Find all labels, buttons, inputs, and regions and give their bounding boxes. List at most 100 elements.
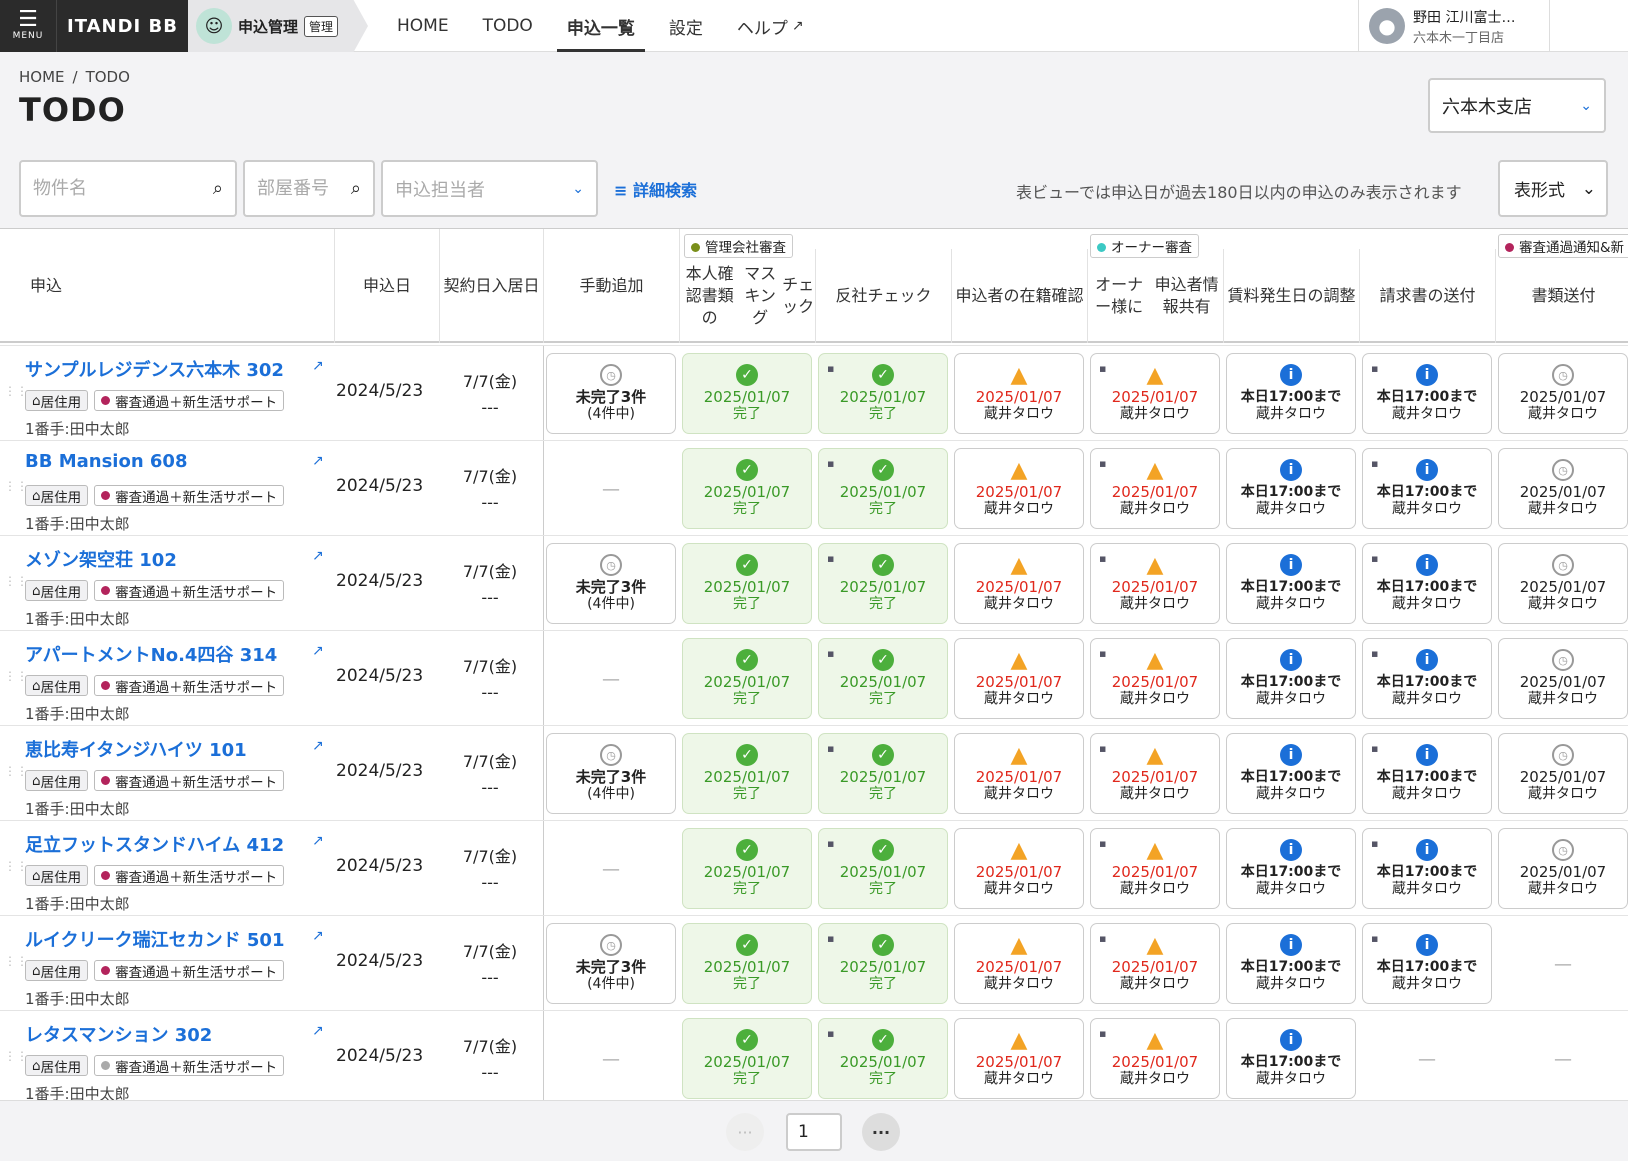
nav-settings[interactable]: 設定 bbox=[652, 0, 720, 52]
status-card-ok[interactable]: ✓ 2025/01/07 完了 bbox=[682, 923, 812, 1004]
status-card-warn[interactable]: ▲ 2025/01/07 蔵井タロウ bbox=[954, 448, 1084, 529]
breadcrumb-home[interactable]: HOME bbox=[19, 68, 65, 86]
status-card-ok[interactable]: ▪ ✓ 2025/01/07 完了 bbox=[818, 638, 948, 719]
status-card-warn[interactable]: ▪ ▲ 2025/01/07 蔵井タロウ bbox=[1090, 923, 1220, 1004]
status-card-info[interactable]: ▪ i 本日17:00まで 蔵井タロウ bbox=[1362, 448, 1492, 529]
status-card-gray[interactable]: ◷ 2025/01/07 蔵井タロウ bbox=[1498, 638, 1628, 719]
status-card-warn[interactable]: ▪ ▲ 2025/01/07 蔵井タロウ bbox=[1090, 733, 1220, 814]
status-card-ok[interactable]: ▪ ✓ 2025/01/07 完了 bbox=[818, 353, 948, 434]
status-card-ok[interactable]: ✓ 2025/01/07 完了 bbox=[682, 353, 812, 434]
status-card-info[interactable]: ▪ i 本日17:00まで 蔵井タロウ bbox=[1362, 923, 1492, 1004]
page-number-input[interactable]: 1 bbox=[786, 1113, 842, 1151]
property-search[interactable]: ⌕ bbox=[19, 160, 237, 217]
view-mode-select[interactable]: 表形式 ⌄ bbox=[1498, 160, 1608, 217]
external-link-icon[interactable]: ↗ bbox=[312, 833, 324, 849]
status-card-warn[interactable]: ▲ 2025/01/07 蔵井タロウ bbox=[954, 1018, 1084, 1099]
advanced-search-link[interactable]: ≡ 詳細検索 bbox=[614, 177, 697, 201]
menu-button[interactable]: ☰ MENU bbox=[0, 0, 56, 52]
status-card-ok[interactable]: ✓ 2025/01/07 完了 bbox=[682, 638, 812, 719]
status-card-gray[interactable]: ◷ 2025/01/07 蔵井タロウ bbox=[1498, 353, 1628, 434]
status-card-info[interactable]: ▪ i 本日17:00まで 蔵井タロウ bbox=[1362, 543, 1492, 624]
nav-help[interactable]: ヘルプ ↗ bbox=[720, 0, 821, 52]
property-name-link[interactable]: レタスマンション 302 bbox=[25, 1021, 212, 1047]
status-card-info[interactable]: i 本日17:00まで 蔵井タロウ bbox=[1226, 448, 1356, 529]
status-card-ok[interactable]: ▪ ✓ 2025/01/07 完了 bbox=[818, 923, 948, 1004]
status-card-warn[interactable]: ▲ 2025/01/07 蔵井タロウ bbox=[954, 923, 1084, 1004]
property-name-link[interactable]: 足立フットスタンドハイム 412 bbox=[25, 831, 284, 857]
status-card-info[interactable]: i 本日17:00まで 蔵井タロウ bbox=[1226, 543, 1356, 624]
status-card-ok[interactable]: ▪ ✓ 2025/01/07 完了 bbox=[818, 733, 948, 814]
status-card-warn[interactable]: ▪ ▲ 2025/01/07 蔵井タロウ bbox=[1090, 543, 1220, 624]
property-name-link[interactable]: アパートメントNo.4四谷 314 bbox=[25, 641, 277, 667]
status-card-info[interactable]: i 本日17:00まで 蔵井タロウ bbox=[1226, 638, 1356, 719]
external-link-icon[interactable]: ↗ bbox=[312, 738, 324, 754]
status-card-warn[interactable]: ▪ ▲ 2025/01/07 蔵井タロウ bbox=[1090, 1018, 1220, 1099]
property-name-link[interactable]: ルイクリーク瑞江セカンド 501 bbox=[25, 926, 284, 952]
status-card-warn[interactable]: ▲ 2025/01/07 蔵井タロウ bbox=[954, 638, 1084, 719]
status-card-warn[interactable]: ▲ 2025/01/07 蔵井タロウ bbox=[954, 543, 1084, 624]
next-page-button[interactable]: ··· bbox=[862, 1113, 900, 1151]
app-switcher[interactable]: ☺ 申込管理 管理 bbox=[188, 0, 368, 52]
status-card-ok[interactable]: ▪ ✓ 2025/01/07 完了 bbox=[818, 448, 948, 529]
status-card-ok[interactable]: ✓ 2025/01/07 完了 bbox=[682, 543, 812, 624]
status-card-pending[interactable]: ◷ 未完了3件 (4件中) bbox=[546, 733, 676, 814]
status-card-warn[interactable]: ▪ ▲ 2025/01/07 蔵井タロウ bbox=[1090, 828, 1220, 909]
status-card-info[interactable]: ▪ i 本日17:00まで 蔵井タロウ bbox=[1362, 733, 1492, 814]
status-card-pending[interactable]: ◷ 未完了3件 (4件中) bbox=[546, 353, 676, 434]
nav-todo[interactable]: TODO bbox=[466, 0, 550, 52]
status-card-info[interactable]: i 本日17:00まで 蔵井タロウ bbox=[1226, 828, 1356, 909]
comment-icon: ▪ bbox=[1099, 362, 1107, 375]
status-card-info[interactable]: i 本日17:00まで 蔵井タロウ bbox=[1226, 353, 1356, 434]
status-card-info[interactable]: ▪ i 本日17:00まで 蔵井タロウ bbox=[1362, 638, 1492, 719]
status-card-pending[interactable]: ◷ 未完了3件 (4件中) bbox=[546, 923, 676, 1004]
status-card-info[interactable]: ▪ i 本日17:00まで 蔵井タロウ bbox=[1362, 828, 1492, 909]
status-card-warn[interactable]: ▪ ▲ 2025/01/07 蔵井タロウ bbox=[1090, 353, 1220, 434]
external-link-icon[interactable]: ↗ bbox=[312, 1023, 324, 1039]
room-search[interactable]: ⌕ bbox=[243, 160, 375, 217]
status-card-ok[interactable]: ✓ 2025/01/07 完了 bbox=[682, 733, 812, 814]
contract-movein-dates: 7/7(金) --- bbox=[436, 844, 544, 896]
status-card-ok[interactable]: ✓ 2025/01/07 完了 bbox=[682, 828, 812, 909]
external-link-icon[interactable]: ↗ bbox=[312, 548, 324, 564]
status-card-warn[interactable]: ▪ ▲ 2025/01/07 蔵井タロウ bbox=[1090, 448, 1220, 529]
status-card-ok[interactable]: ✓ 2025/01/07 完了 bbox=[682, 448, 812, 529]
status-card-info[interactable]: i 本日17:00まで 蔵井タロウ bbox=[1226, 1018, 1356, 1099]
property-name-link[interactable]: メゾン架空荘 102 bbox=[25, 546, 177, 572]
status-card-ok[interactable]: ▪ ✓ 2025/01/07 完了 bbox=[818, 1018, 948, 1099]
status-card-ok[interactable]: ▪ ✓ 2025/01/07 完了 bbox=[818, 828, 948, 909]
prev-page-button[interactable]: ··· bbox=[726, 1113, 764, 1151]
external-link-icon[interactable]: ↗ bbox=[312, 453, 324, 469]
status-card-gray[interactable]: ◷ 2025/01/07 蔵井タロウ bbox=[1498, 828, 1628, 909]
status-card-pending[interactable]: ◷ 未完了3件 (4件中) bbox=[546, 543, 676, 624]
property-name-link[interactable]: サンプルレジデンス六本木 302 bbox=[25, 356, 284, 382]
property-name-link[interactable]: BB Mansion 608 bbox=[25, 451, 187, 472]
status-card-warn[interactable]: ▲ 2025/01/07 蔵井タロウ bbox=[954, 353, 1084, 434]
external-link-icon[interactable]: ↗ bbox=[312, 643, 324, 659]
status-card-gray[interactable]: ◷ 2025/01/07 蔵井タロウ bbox=[1498, 733, 1628, 814]
status-date: 2025/01/07 bbox=[1111, 863, 1199, 881]
status-card-ok[interactable]: ▪ ✓ 2025/01/07 完了 bbox=[818, 543, 948, 624]
status-tag: 審査通過＋新生活サポート bbox=[94, 960, 285, 981]
branch-select[interactable]: 六本木支店 ⌄ bbox=[1428, 78, 1606, 133]
nav-home[interactable]: HOME bbox=[380, 0, 466, 52]
nav-applications[interactable]: 申込一覧 bbox=[550, 0, 652, 52]
property-name-input[interactable] bbox=[33, 178, 213, 199]
room-number-input[interactable] bbox=[257, 178, 351, 199]
status-card-info[interactable]: ▪ i 本日17:00まで 蔵井タロウ bbox=[1362, 353, 1492, 434]
status-card-gray[interactable]: ◷ 2025/01/07 蔵井タロウ bbox=[1498, 448, 1628, 529]
external-link-icon[interactable]: ↗ bbox=[312, 358, 324, 374]
status-card-ok[interactable]: ✓ 2025/01/07 完了 bbox=[682, 1018, 812, 1099]
status-card-warn[interactable]: ▲ 2025/01/07 蔵井タロウ bbox=[954, 733, 1084, 814]
status-card-gray[interactable]: ◷ 2025/01/07 蔵井タロウ bbox=[1498, 543, 1628, 624]
status-card-warn[interactable]: ▪ ▲ 2025/01/07 蔵井タロウ bbox=[1090, 638, 1220, 719]
col-contract-movein-label: 契約日 bbox=[443, 276, 492, 295]
user-menu[interactable]: ● 野田 江川富士… 六本木一丁目店 bbox=[1358, 0, 1550, 52]
status-card-info[interactable]: i 本日17:00まで 蔵井タロウ bbox=[1226, 923, 1356, 1004]
assignee-select[interactable]: 申込担当者 ⌄ bbox=[381, 160, 598, 217]
property-name-link[interactable]: 恵比寿イタンジハイツ 101 bbox=[25, 736, 247, 762]
status-tag: 審査通過＋新生活サポート bbox=[94, 770, 285, 791]
status-card-info[interactable]: i 本日17:00まで 蔵井タロウ bbox=[1226, 733, 1356, 814]
status-card-warn[interactable]: ▲ 2025/01/07 蔵井タロウ bbox=[954, 828, 1084, 909]
itandi-logo[interactable]: ITANDI BB bbox=[56, 0, 188, 52]
external-link-icon[interactable]: ↗ bbox=[312, 928, 324, 944]
